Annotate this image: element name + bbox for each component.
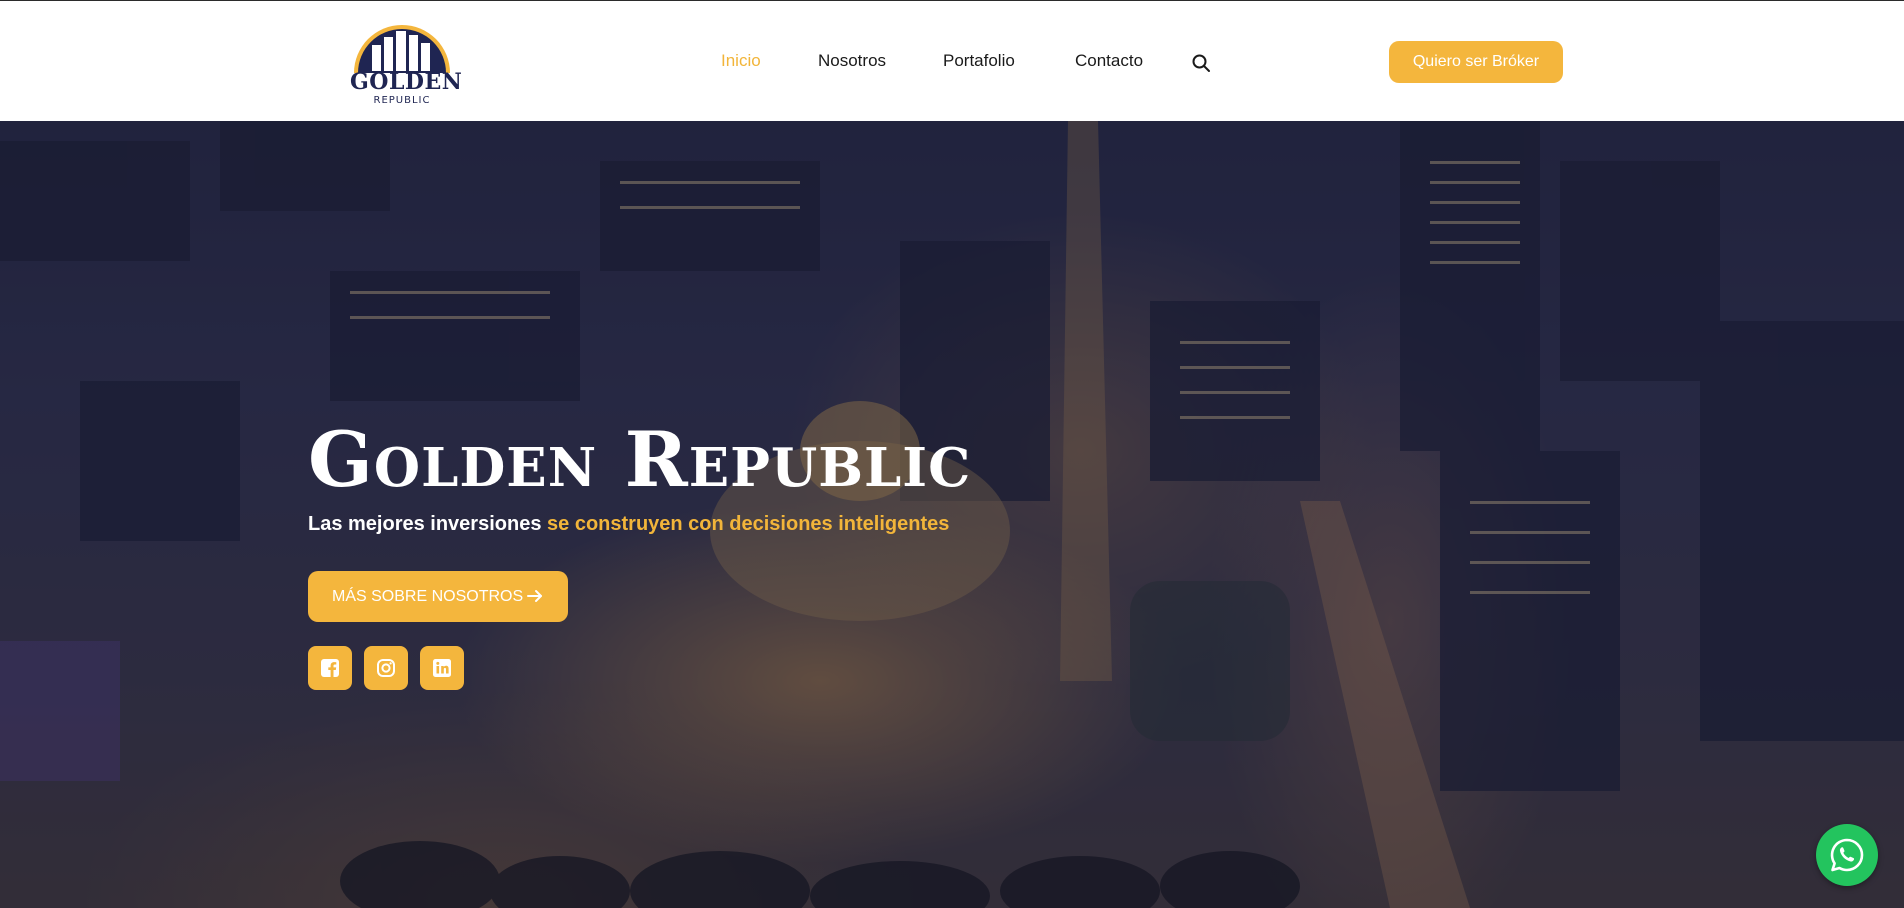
whatsapp-icon	[1830, 838, 1864, 872]
logo-emblem-icon	[354, 25, 450, 73]
facebook-button[interactable]	[308, 646, 352, 690]
arrow-right-icon	[527, 590, 542, 602]
instagram-icon	[377, 659, 395, 677]
golden-republic-logo[interactable]: GOLDEN REPUBLIC	[350, 17, 463, 109]
hero-subtitle-white: Las mejores inversiones	[308, 513, 542, 535]
nav-link-contacto[interactable]: Contacto	[1075, 51, 1143, 71]
nav-link-nosotros[interactable]: Nosotros	[818, 51, 886, 71]
linkedin-icon	[433, 659, 451, 677]
quiero-ser-broker-button[interactable]: Quiero ser Bróker	[1389, 41, 1563, 83]
logo-subtitle: REPUBLIC	[373, 95, 431, 106]
mas-sobre-nosotros-button[interactable]: MÁS SOBRE NOSOTROS	[308, 571, 568, 622]
instagram-button[interactable]	[364, 646, 408, 690]
linkedin-button[interactable]	[420, 646, 464, 690]
search-icon	[1192, 54, 1210, 72]
logo-wordmark: GOLDEN	[350, 69, 463, 95]
whatsapp-button[interactable]	[1816, 824, 1878, 886]
hero-subtitle-gold: se construyen con decisiones inteligente…	[547, 513, 950, 535]
site-header: GOLDEN REPUBLIC Inicio Nosotros Portafol…	[0, 0, 1904, 121]
hero-subtitle: Las mejores inversiones se construyen co…	[308, 513, 949, 536]
search-button[interactable]	[1191, 53, 1211, 73]
nav-link-portafolio[interactable]: Portafolio	[943, 51, 1015, 71]
nav-link-inicio[interactable]: Inicio	[721, 51, 761, 71]
mas-sobre-nosotros-label: MÁS SOBRE NOSOTROS	[332, 587, 524, 605]
facebook-icon	[321, 659, 339, 677]
hero-dark-overlay	[0, 121, 1904, 908]
hero-title: Golden Republic	[308, 415, 972, 504]
hero-section: Golden Republic Las mejores inversiones …	[0, 121, 1904, 908]
